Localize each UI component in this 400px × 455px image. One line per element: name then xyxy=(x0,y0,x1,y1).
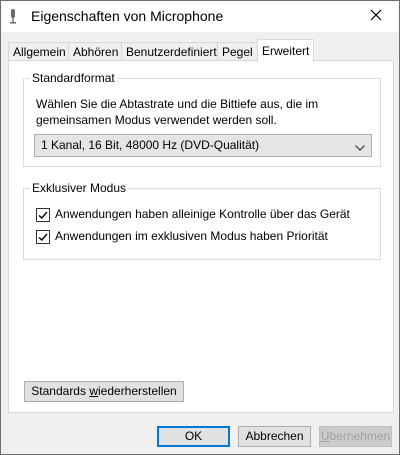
title-bar: Eigenschaften von Microphone xyxy=(1,1,399,32)
close-icon xyxy=(370,9,382,24)
properties-dialog: Eigenschaften von Microphone Allgemein A… xyxy=(0,0,400,455)
restore-label-mnemonic: w xyxy=(89,384,98,398)
standardformat-heading: Standardformat xyxy=(30,71,117,85)
exclusive-mode-heading: Exklusiver Modus xyxy=(30,181,129,195)
tab-pegel[interactable]: Pegel xyxy=(217,42,258,61)
tab-allgemein[interactable]: Allgemein xyxy=(8,42,71,61)
restore-label-start: Standards xyxy=(31,384,90,398)
cancel-button[interactable]: Abbrechen xyxy=(238,426,311,447)
exclusive-control-label: Anwendungen haben alleinige Kontrolle üb… xyxy=(55,207,350,221)
tab-benutzerdefiniert[interactable]: Benutzerdefiniert xyxy=(121,42,222,61)
window-title: Eigenschaften von Microphone xyxy=(31,8,224,24)
restore-defaults-button[interactable]: Standards wiederherstellen xyxy=(24,381,184,402)
tab-abhoeren[interactable]: Abhören xyxy=(68,42,124,61)
exclusive-control-checkbox[interactable] xyxy=(36,208,50,222)
apply-label-rest: bernehmen xyxy=(329,429,391,443)
exclusive-mode-group: Exklusiver Modus Anwendungen haben allei… xyxy=(23,181,381,260)
tab-panel-erweitert: Standardformat Wählen Sie die Abtastrate… xyxy=(8,60,394,413)
format-select-value: 1 Kanal, 16 Bit, 48000 Hz (DVD-Qualität) xyxy=(41,138,260,152)
tab-erweitert[interactable]: Erweitert xyxy=(257,39,315,62)
close-button[interactable] xyxy=(353,1,399,32)
ok-button[interactable]: OK xyxy=(157,426,230,447)
microphone-icon xyxy=(9,9,17,25)
format-select[interactable]: 1 Kanal, 16 Bit, 48000 Hz (DVD-Qualität) xyxy=(34,134,372,157)
standardformat-group: Standardformat Wählen Sie die Abtastrate… xyxy=(23,71,381,167)
exclusive-priority-label: Anwendungen im exklusiven Modus haben Pr… xyxy=(55,229,328,243)
standardformat-description: Wählen Sie die Abtastrate und die Bittie… xyxy=(36,97,319,127)
checkmark-icon xyxy=(38,233,48,241)
apply-button[interactable]: Übernehmen xyxy=(319,426,392,447)
chevron-down-icon xyxy=(354,140,366,152)
restore-label-end: iederherstellen xyxy=(98,384,177,398)
checkmark-icon xyxy=(38,211,48,219)
exclusive-priority-checkbox[interactable] xyxy=(36,230,50,244)
